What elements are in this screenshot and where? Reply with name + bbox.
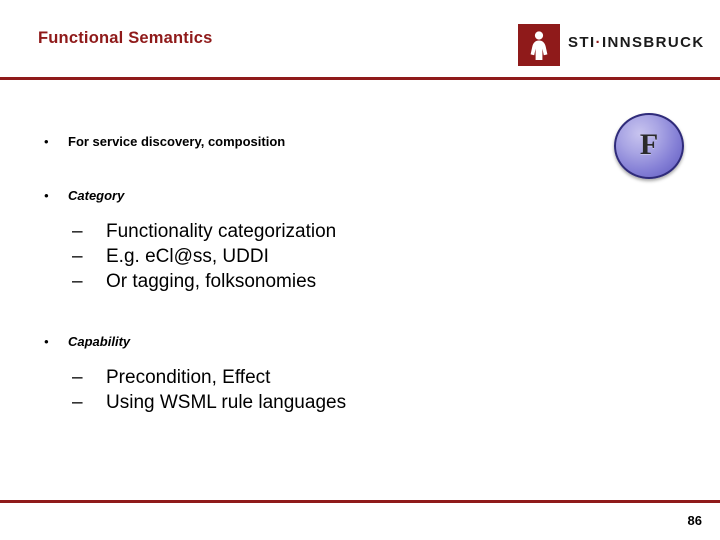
- bullet-marker: •: [44, 134, 49, 149]
- bullet-item: • For service discovery, composition: [0, 134, 720, 150]
- bullet-marker: –: [72, 246, 83, 268]
- bullet-item: – Precondition, Effect: [0, 365, 720, 390]
- footer-divider: [0, 500, 720, 503]
- bullet-text: Functionality categorization: [106, 221, 337, 243]
- bullet-marker: •: [44, 187, 49, 203]
- page-title: Functional Semantics: [38, 29, 213, 47]
- page-number: 86: [687, 513, 702, 528]
- bullet-marker: –: [72, 367, 83, 389]
- slide: Functional Semantics STI·INNSBRUCK F • F…: [0, 0, 720, 540]
- bullet-text: For service discovery, composition: [68, 134, 286, 149]
- bullet-marker: –: [72, 392, 83, 414]
- bullet-text: Precondition, Effect: [106, 367, 271, 389]
- bullet-text: Or tagging, folksonomies: [106, 271, 317, 293]
- logo-text-secondary: INNSBRUCK: [601, 34, 705, 51]
- slide-body: • For service discovery, composition • C…: [0, 96, 720, 415]
- bullet-item: – Functionality categorization: [0, 219, 720, 244]
- sti-innsbruck-logo: STI·INNSBRUCK: [518, 22, 703, 70]
- bullet-text: E.g. eCl@ss, UDDI: [106, 246, 269, 268]
- bullet-marker: –: [72, 271, 83, 293]
- logo-text-primary: STI: [568, 34, 596, 51]
- bullet-marker: –: [72, 221, 83, 243]
- bullet-text: Capability: [68, 334, 131, 350]
- bullet-text: Using WSML rule languages: [106, 392, 347, 414]
- bullet-item: – E.g. eCl@ss, UDDI: [0, 244, 720, 269]
- sti-figure-icon: [518, 24, 560, 66]
- bullet-marker: •: [44, 334, 49, 350]
- header-divider: [0, 77, 720, 80]
- bullet-item: • Category: [0, 188, 720, 204]
- logo-wordmark: STI·INNSBRUCK: [568, 34, 705, 51]
- bullet-text: Category: [68, 187, 125, 203]
- bullet-item: – Or tagging, folksonomies: [0, 269, 720, 294]
- bullet-item: • Capability: [0, 334, 720, 350]
- bullet-item: – Using WSML rule languages: [0, 390, 720, 415]
